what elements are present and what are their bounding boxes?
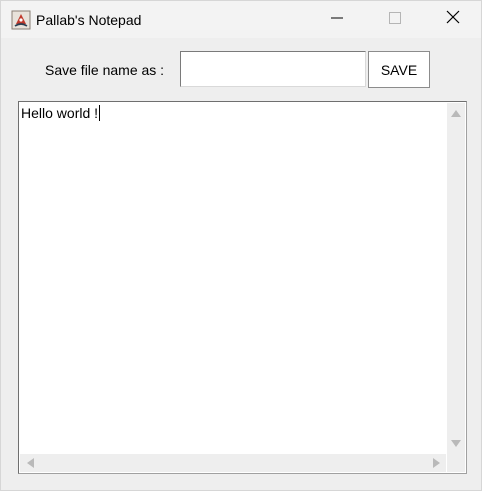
scroll-left-arrow-icon[interactable] bbox=[27, 458, 34, 468]
java-cup-icon bbox=[11, 10, 31, 30]
text-caret bbox=[99, 105, 101, 121]
editor-text-value: Hello world ! bbox=[21, 105, 99, 121]
scroll-right-arrow-icon[interactable] bbox=[433, 458, 440, 468]
scroll-up-arrow-icon[interactable] bbox=[451, 110, 461, 117]
filename-input[interactable] bbox=[180, 51, 366, 87]
save-button[interactable]: SAVE bbox=[368, 51, 430, 88]
minimize-button[interactable] bbox=[314, 1, 360, 38]
maximize-button[interactable] bbox=[372, 1, 418, 38]
maximize-icon bbox=[389, 11, 401, 29]
title-bar[interactable]: Pallab's Notepad bbox=[1, 1, 481, 38]
editor-content[interactable]: Hello world ! bbox=[21, 105, 101, 121]
notepad-window: Pallab's Notepad Save file name as : SAV… bbox=[0, 0, 482, 491]
filename-label: Save file name as : bbox=[45, 62, 165, 78]
minimize-icon bbox=[331, 11, 343, 29]
scroll-down-arrow-icon[interactable] bbox=[451, 440, 461, 447]
text-editor[interactable]: Hello world ! bbox=[18, 101, 467, 474]
horizontal-scrollbar[interactable] bbox=[20, 454, 446, 472]
close-button[interactable] bbox=[430, 1, 476, 38]
close-icon bbox=[446, 10, 460, 29]
vertical-scrollbar[interactable] bbox=[447, 103, 465, 454]
window-title: Pallab's Notepad bbox=[36, 12, 142, 28]
scrollbar-corner bbox=[447, 454, 465, 472]
